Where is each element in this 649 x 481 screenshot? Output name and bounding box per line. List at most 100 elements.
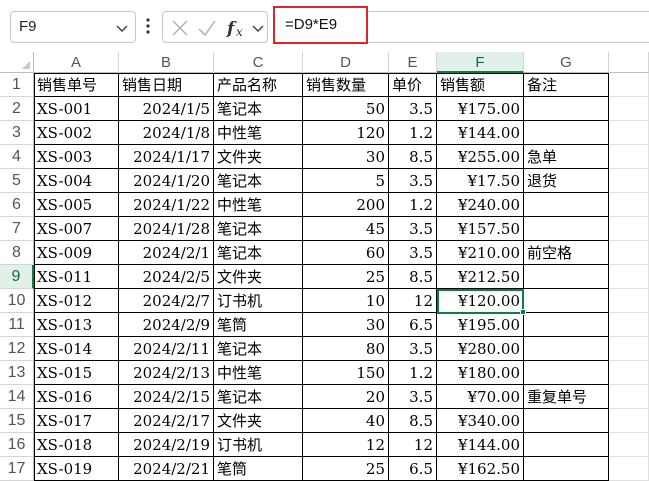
cell-g10[interactable] <box>524 289 609 313</box>
row-header-3[interactable]: 3 <box>0 121 34 145</box>
cell-e16[interactable]: 12 <box>389 433 437 457</box>
column-header-d[interactable]: D <box>303 52 389 73</box>
cell-c11[interactable]: 笔筒 <box>214 313 303 337</box>
empty-cell[interactable] <box>609 409 649 433</box>
cell-b9[interactable]: 2024/2/5 <box>119 265 214 289</box>
cell-f12[interactable]: ¥280.00 <box>437 337 524 361</box>
cell-b13[interactable]: 2024/2/13 <box>119 361 214 385</box>
cell-g13[interactable] <box>524 361 609 385</box>
cell-g6[interactable] <box>524 193 609 217</box>
header-cell-f[interactable]: 销售额 <box>437 73 524 97</box>
cell-f13[interactable]: ¥180.00 <box>437 361 524 385</box>
cell-e2[interactable]: 3.5 <box>389 97 437 121</box>
cell-c12[interactable]: 笔记本 <box>214 337 303 361</box>
cell-g4[interactable]: 急单 <box>524 145 609 169</box>
cell-c6[interactable]: 中性笔 <box>214 193 303 217</box>
cell-c15[interactable]: 文件夹 <box>214 409 303 433</box>
cell-c14[interactable]: 笔记本 <box>214 385 303 409</box>
empty-cell[interactable] <box>609 457 649 481</box>
cancel-icon[interactable] <box>171 19 189 37</box>
row-header-16[interactable]: 16 <box>0 433 34 457</box>
cell-a6[interactable]: XS-005 <box>34 193 119 217</box>
cell-g16[interactable] <box>524 433 609 457</box>
cell-g2[interactable] <box>524 97 609 121</box>
cell-a12[interactable]: XS-014 <box>34 337 119 361</box>
empty-cell[interactable] <box>609 289 649 313</box>
cell-e8[interactable]: 3.5 <box>389 241 437 265</box>
cell-g17[interactable] <box>524 457 609 481</box>
formula-input-area[interactable] <box>368 11 649 43</box>
empty-cell[interactable] <box>609 145 649 169</box>
cell-e10[interactable]: 12 <box>389 289 437 313</box>
cell-d15[interactable]: 40 <box>303 409 389 433</box>
cell-f2[interactable]: ¥175.00 <box>437 97 524 121</box>
cell-a2[interactable]: XS-001 <box>34 97 119 121</box>
cell-g12[interactable] <box>524 337 609 361</box>
row-header-15[interactable]: 15 <box>0 409 34 433</box>
empty-cell[interactable] <box>609 193 649 217</box>
cell-f9[interactable]: ¥212.50 <box>437 265 524 289</box>
cell-d11[interactable]: 30 <box>303 313 389 337</box>
cell-f17[interactable]: ¥162.50 <box>437 457 524 481</box>
cell-c8[interactable]: 笔记本 <box>214 241 303 265</box>
cell-e13[interactable]: 1.2 <box>389 361 437 385</box>
empty-cell[interactable] <box>609 385 649 409</box>
cell-d5[interactable]: 5 <box>303 169 389 193</box>
cell-a15[interactable]: XS-017 <box>34 409 119 433</box>
cell-c7[interactable]: 笔记本 <box>214 217 303 241</box>
header-cell-g[interactable]: 备注 <box>524 73 609 97</box>
fill-handle[interactable] <box>520 309 526 315</box>
empty-cell[interactable] <box>609 169 649 193</box>
cell-a16[interactable]: XS-018 <box>34 433 119 457</box>
cell-f4[interactable]: ¥255.00 <box>437 145 524 169</box>
empty-cell[interactable] <box>609 337 649 361</box>
cell-b7[interactable]: 2024/1/28 <box>119 217 214 241</box>
empty-cell[interactable] <box>609 121 649 145</box>
cell-c13[interactable]: 中性笔 <box>214 361 303 385</box>
cell-a7[interactable]: XS-007 <box>34 217 119 241</box>
row-header-6[interactable]: 6 <box>0 193 34 217</box>
cell-f6[interactable]: ¥240.00 <box>437 193 524 217</box>
header-cell-c[interactable]: 产品名称 <box>214 73 303 97</box>
empty-cell[interactable] <box>609 73 649 97</box>
cell-d6[interactable]: 200 <box>303 193 389 217</box>
cell-b8[interactable]: 2024/2/1 <box>119 241 214 265</box>
cell-e3[interactable]: 1.2 <box>389 121 437 145</box>
cell-c5[interactable]: 笔记本 <box>214 169 303 193</box>
cell-e7[interactable]: 3.5 <box>389 217 437 241</box>
cell-d16[interactable]: 12 <box>303 433 389 457</box>
empty-cell[interactable] <box>609 241 649 265</box>
confirm-icon[interactable] <box>197 19 217 37</box>
cell-g15[interactable] <box>524 409 609 433</box>
row-header-1[interactable]: 1 <box>0 73 34 97</box>
row-header-2[interactable]: 2 <box>0 97 34 121</box>
cell-b15[interactable]: 2024/2/17 <box>119 409 214 433</box>
cell-a9[interactable]: XS-011 <box>34 265 119 289</box>
cell-c9[interactable]: 文件夹 <box>214 265 303 289</box>
cell-a3[interactable]: XS-002 <box>34 121 119 145</box>
cell-c4[interactable]: 文件夹 <box>214 145 303 169</box>
cell-d10[interactable]: 10 <box>303 289 389 313</box>
row-header-12[interactable]: 12 <box>0 337 34 361</box>
cell-f11[interactable]: ¥195.00 <box>437 313 524 337</box>
cell-b17[interactable]: 2024/2/21 <box>119 457 214 481</box>
cell-b2[interactable]: 2024/1/5 <box>119 97 214 121</box>
empty-cell[interactable] <box>609 313 649 337</box>
row-header-17[interactable]: 17 <box>0 457 34 481</box>
cell-b10[interactable]: 2024/2/7 <box>119 289 214 313</box>
cell-g9[interactable] <box>524 265 609 289</box>
column-header-e[interactable]: E <box>389 52 437 73</box>
column-header-b[interactable]: B <box>119 52 214 73</box>
cell-g3[interactable] <box>524 121 609 145</box>
cell-e5[interactable]: 3.5 <box>389 169 437 193</box>
column-header-g[interactable]: G <box>524 52 609 73</box>
cell-f7[interactable]: ¥157.50 <box>437 217 524 241</box>
cell-d2[interactable]: 50 <box>303 97 389 121</box>
column-header-a[interactable]: A <box>34 52 119 73</box>
cell-d7[interactable]: 45 <box>303 217 389 241</box>
cell-d14[interactable]: 20 <box>303 385 389 409</box>
cell-d8[interactable]: 60 <box>303 241 389 265</box>
empty-cell[interactable] <box>609 217 649 241</box>
more-options-icon[interactable] <box>142 14 154 38</box>
row-header-10[interactable]: 10 <box>0 289 34 313</box>
